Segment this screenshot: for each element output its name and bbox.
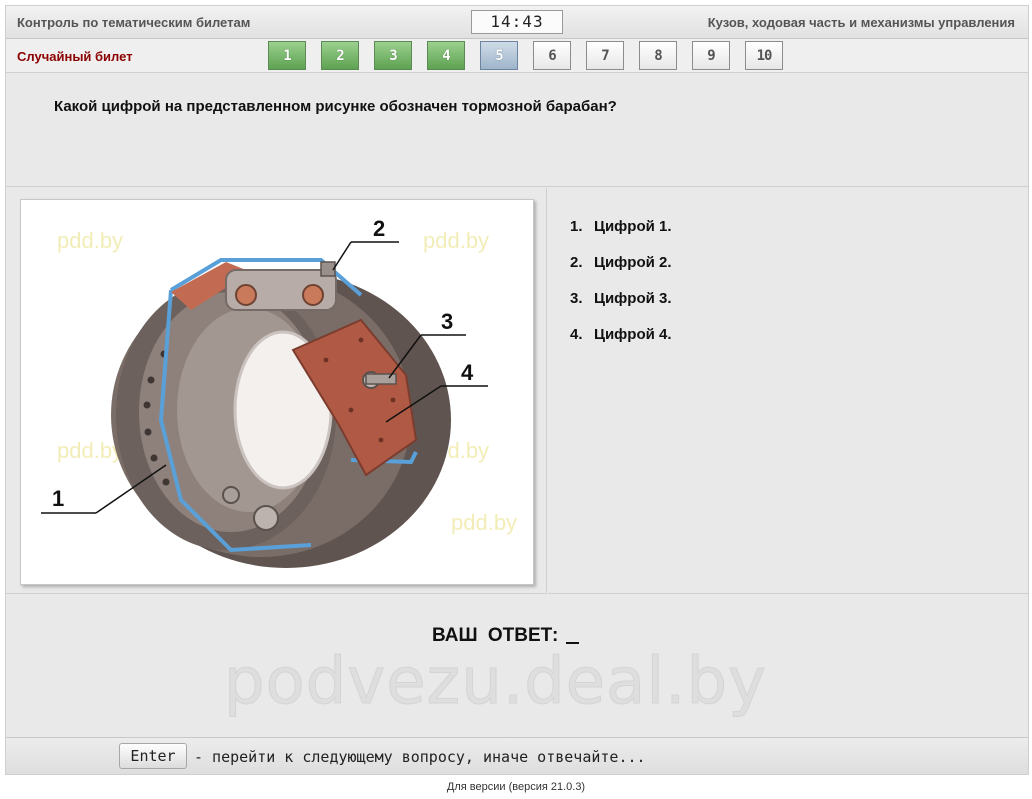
question-figure: pdd.by pdd.by pdd.by pdd.by pdd.by 1 2 3… (20, 199, 534, 585)
question-nav-button-7[interactable]: 7 (586, 41, 624, 70)
response-panel: podvezu.deal.by ВАШ ОТВЕТ: (6, 595, 1028, 737)
callout-4: 4 (461, 360, 474, 385)
answer-list: 1. Цифрой 1. 2. Цифрой 2. 3. Цифрой 3. 4. Ци… (570, 218, 672, 362)
timer-display: 14:43 (471, 10, 563, 34)
ticket-label: Случайный билет (17, 49, 133, 64)
figure-watermark: pdd.by (451, 510, 517, 535)
question-nav-button-6[interactable]: 6 (533, 41, 571, 70)
answer-text: Цифрой 3. (594, 290, 672, 307)
question-nav-button-1[interactable]: 1 (268, 41, 306, 70)
figure-watermark: pdd.by (57, 228, 123, 253)
answer-option-4[interactable]: 4. Цифрой 4. (570, 326, 672, 343)
answer-option-1[interactable]: 1. Цифрой 1. (570, 218, 672, 235)
version-label: Для версии (версия 21.0.3) (446, 781, 586, 793)
question-nav-button-10[interactable]: 10 (745, 41, 783, 70)
question-text: Какой цифрой на представленном рисунке о… (54, 98, 617, 115)
question-navigation: 1 2 3 4 5 6 7 8 9 10 (268, 41, 783, 70)
answer-option-3[interactable]: 3. Цифрой 3. (570, 290, 672, 307)
ticket-bar: Случайный билет 1 2 3 4 5 6 7 8 9 10 (6, 39, 1028, 73)
enter-hint: - перейти к следующему вопросу, иначе от… (194, 748, 646, 766)
brake-drum-illustration: pdd.by pdd.by pdd.by pdd.by pdd.by 1 2 3… (41, 216, 517, 568)
app-window: Контроль по тематическим билетам 14:43 К… (5, 5, 1029, 775)
answer-number: 1. (570, 218, 583, 235)
question-nav-button-9[interactable]: 9 (692, 41, 730, 70)
answers-pane: 1. Цифрой 1. 2. Цифрой 2. 3. Цифрой 3. 4. Ци… (548, 188, 1028, 594)
answer-option-2[interactable]: 2. Цифрой 2. (570, 254, 672, 271)
answer-input-area[interactable]: ВАШ ОТВЕТ: (432, 625, 580, 647)
enter-key-button[interactable]: Enter (119, 743, 187, 769)
question-panel: Какой цифрой на представленном рисунке о… (6, 74, 1028, 187)
question-nav-button-8[interactable]: 8 (639, 41, 677, 70)
callout-1: 1 (52, 486, 64, 511)
figure-watermark: pdd.by (423, 228, 489, 253)
figure-watermark: pdd.by (57, 438, 123, 463)
answer-text: Цифрой 1. (594, 218, 672, 235)
header-bar: Контроль по тематическим билетам 14:43 К… (6, 6, 1028, 39)
image-pane: pdd.by pdd.by pdd.by pdd.by pdd.by 1 2 3… (6, 188, 547, 594)
site-watermark: podvezu.deal.by (224, 645, 767, 720)
question-nav-button-4[interactable]: 4 (427, 41, 465, 70)
answer-number: 3. (570, 290, 583, 307)
callout-2: 2 (373, 216, 385, 241)
answer-number: 2. (570, 254, 583, 271)
answer-cursor (566, 642, 580, 644)
callout-3: 3 (441, 309, 453, 334)
section-title: Кузов, ходовая часть и механизмы управле… (707, 15, 1015, 30)
mode-title: Контроль по тематическим билетам (17, 15, 251, 30)
answer-text: Цифрой 4. (594, 326, 672, 343)
drum-group (111, 258, 451, 568)
question-nav-button-3[interactable]: 3 (374, 41, 412, 70)
answer-number: 4. (570, 326, 583, 343)
your-answer-label: ВАШ ОТВЕТ: (432, 625, 559, 646)
question-nav-button-5[interactable]: 5 (480, 41, 518, 70)
footer-bar: Enter - перейти к следующему вопросу, ин… (6, 737, 1028, 774)
question-nav-button-2[interactable]: 2 (321, 41, 359, 70)
answer-text: Цифрой 2. (594, 254, 672, 271)
